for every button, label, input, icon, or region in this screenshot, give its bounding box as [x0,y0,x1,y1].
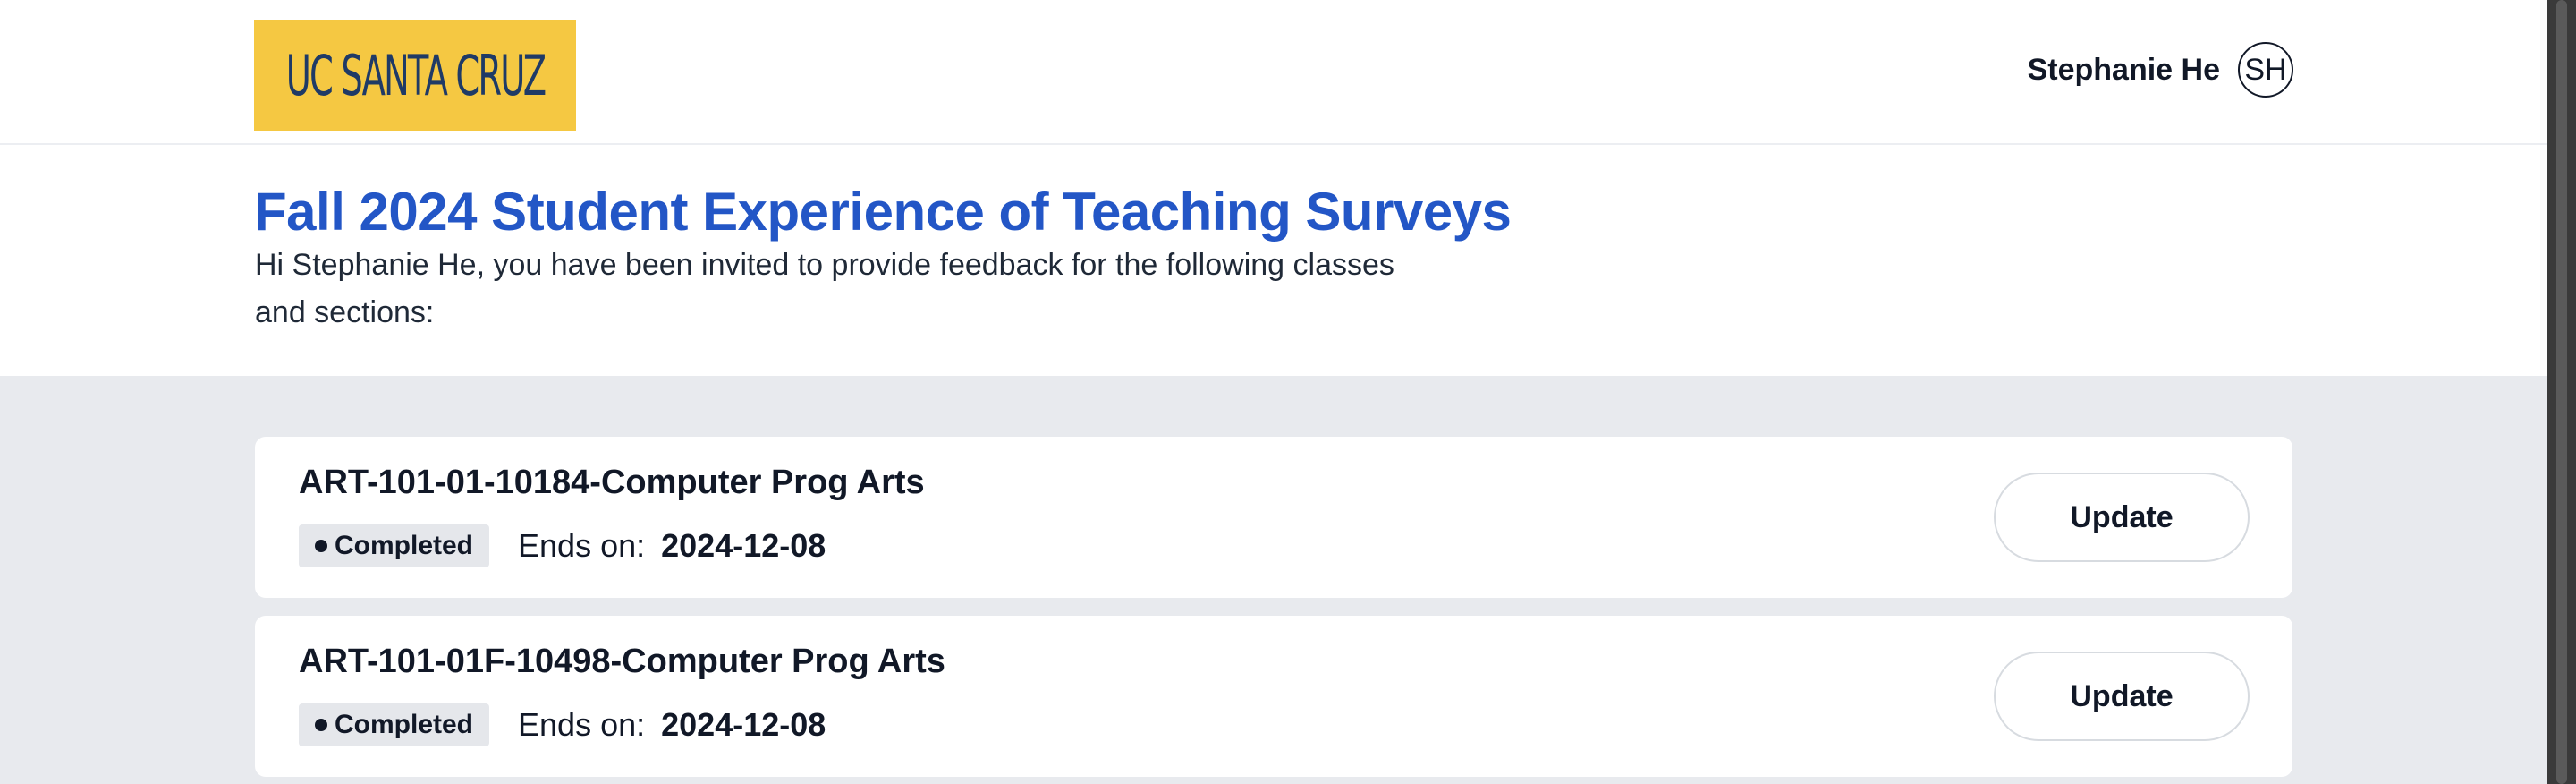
survey-card: ART-101-01-10184-Computer Prog Arts Comp… [255,437,2292,598]
ends-date: 2024-12-08 [661,706,826,743]
ucsc-logo[interactable]: UC SANTA CRUZ [254,20,576,131]
user-menu[interactable]: Stephanie He SH [2028,39,2293,100]
survey-list: ART-101-01-10184-Computer Prog Arts Comp… [0,376,2547,784]
page-title: Fall 2024 Student Experience of Teaching… [254,182,1512,242]
user-name: Stephanie He [2027,52,2220,87]
survey-meta: Completed Ends on: 2024-12-08 [299,524,826,567]
update-button[interactable]: Update [1994,473,2250,562]
intro-text: Hi Stephanie He, you have been invited t… [255,248,1394,329]
update-button[interactable]: Update [1994,652,2250,741]
survey-title: ART-101-01F-10498-Computer Prog Arts [299,643,945,680]
status-label: Completed [335,531,474,560]
status-badge: Completed [299,524,490,567]
status-label: Completed [335,710,474,739]
ends-label: Ends on: [518,527,646,564]
ends-label: Ends on: [518,706,646,743]
scrollbar-thumb[interactable] [2556,0,2567,784]
avatar[interactable]: SH [2238,42,2293,98]
survey-title: ART-101-01-10184-Computer Prog Arts [299,464,925,501]
logo-text: UC SANTA CRUZ [285,42,546,108]
page: UC SANTA CRUZ Stephanie He SH Fall 2024 … [0,0,2547,784]
intro-section: Fall 2024 Student Experience of Teaching… [0,145,2547,376]
scrollbar[interactable] [2547,0,2576,784]
ends-date: 2024-12-08 [661,527,826,564]
top-bar: UC SANTA CRUZ Stephanie He SH [0,0,2547,145]
status-dot-icon [315,719,327,731]
status-dot-icon [315,540,327,552]
status-badge: Completed [299,703,490,746]
survey-card: ART-101-01F-10498-Computer Prog Arts Com… [255,616,2292,777]
survey-meta: Completed Ends on: 2024-12-08 [299,703,826,746]
